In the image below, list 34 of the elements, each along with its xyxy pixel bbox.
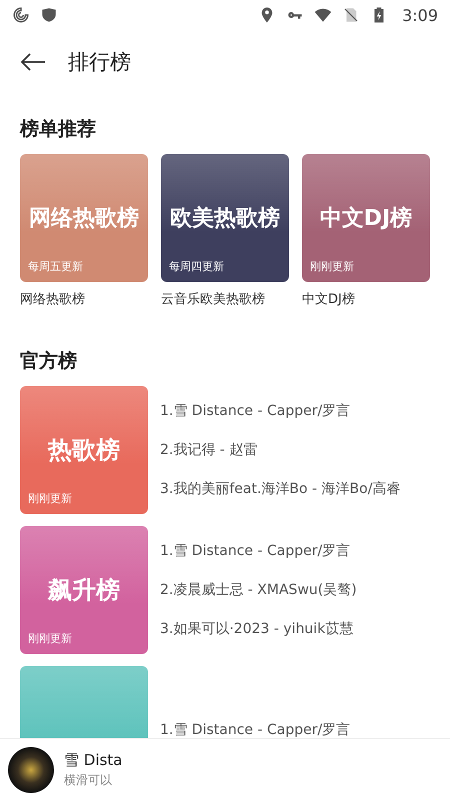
update-label: 刚刚更新 xyxy=(28,491,72,506)
track-item[interactable]: 1.雪 Distance - Capper/罗言 xyxy=(160,721,350,738)
track-item[interactable]: 3.我的美丽feat.海洋Bo - 海洋Bo/高睿 xyxy=(160,480,400,498)
app-icon xyxy=(12,6,30,24)
chart-caption: 网络热歌榜 xyxy=(20,291,86,308)
album-art xyxy=(8,746,54,792)
cover-title: 网络热歌榜 xyxy=(29,205,139,233)
page-title: 排行榜 xyxy=(68,49,131,76)
song-subtitle: 横滑可以 xyxy=(64,772,113,788)
track-item[interactable]: 2.凌晨威士忌 - XMASwu(吴骜) xyxy=(160,580,357,599)
shield-icon xyxy=(40,6,58,24)
track-item[interactable]: 3.如果可以·2023 - yihuik苡慧 xyxy=(160,620,357,638)
chart-cover[interactable]: 飙升榜 刚刚更新 xyxy=(20,526,148,654)
chart-caption: 中文DJ榜 xyxy=(302,291,356,308)
chart-cover[interactable]: 欧美热歌榜 每周四更新 xyxy=(161,154,289,282)
section-title: 榜单推荐 xyxy=(20,117,97,142)
cover-title: 热歌榜 xyxy=(48,435,120,466)
cover-title: 欧美热歌榜 xyxy=(170,204,280,233)
chart-cover[interactable]: 中文DJ榜 刚刚更新 xyxy=(302,154,430,282)
update-label: 刚刚更新 xyxy=(28,631,72,646)
update-label: 每周五更新 xyxy=(28,259,83,274)
status-time: 3:09 xyxy=(402,6,438,24)
back-icon[interactable] xyxy=(20,52,46,72)
chart-caption: 云音乐欧美热歌榜 xyxy=(161,291,266,308)
section-title: 官方榜 xyxy=(20,349,78,374)
cover-title: 飙升榜 xyxy=(48,575,120,606)
cover-title: 中文DJ榜 xyxy=(320,205,412,233)
wifi-icon xyxy=(314,6,332,24)
track-item[interactable]: 1.雪 Distance - Capper/罗言 xyxy=(160,542,357,560)
song-title: 雪 Dista xyxy=(64,750,124,770)
update-label: 每周四更新 xyxy=(169,259,224,274)
update-label: 刚刚更新 xyxy=(310,259,354,274)
track-item[interactable]: 2.我记得 - 赵雷 xyxy=(160,440,400,459)
track-item[interactable]: 1.雪 Distance - Capper/罗言 xyxy=(160,402,400,420)
